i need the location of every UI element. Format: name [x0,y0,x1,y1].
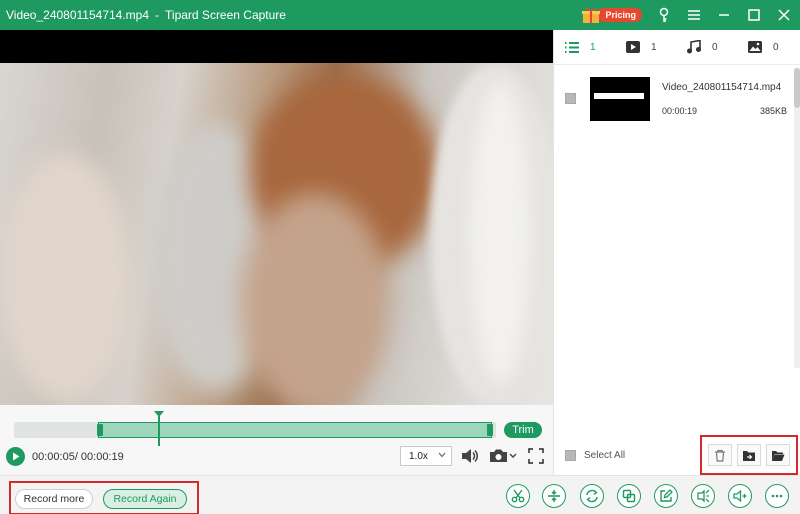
volume-boost-icon [733,489,747,503]
playhead[interactable] [154,411,164,446]
tab-video[interactable]: 1 [615,40,676,54]
more-icon [771,494,783,498]
video-preview[interactable] [0,30,553,405]
file-checkbox[interactable] [565,93,576,104]
trim-tool-button[interactable] [506,484,530,508]
media-tabs: 1 1 0 0 [554,30,800,65]
chevron-down-icon [438,452,446,458]
title-separator: - [155,8,160,22]
tab-all[interactable]: 1 [554,41,615,54]
merge-icon [622,489,636,503]
split-tool-button[interactable] [542,484,566,508]
maximize-icon[interactable] [746,7,762,23]
key-icon[interactable] [656,7,672,23]
file-size: 385KB [759,106,787,116]
open-folder-button[interactable] [766,444,791,466]
select-all-checkbox[interactable]: Select All [565,450,625,461]
video-frame [0,63,553,405]
list-item[interactable]: Video_240801154714.mp4 00:00:19 385KB [554,68,794,128]
media-library-panel: 1 1 0 0 Video_240801154714.mp4 00:00:19 … [553,30,800,475]
tab-video-count: 1 [651,41,657,53]
bottom-toolbar: Record more Record Again [0,475,800,514]
tab-all-count: 1 [590,41,596,53]
volume-icon[interactable] [460,447,480,465]
record-buttons-group: Record more Record Again [9,481,199,514]
compress-icon [697,489,710,503]
gift-icon [581,6,601,24]
speed-value: 1.0x [409,450,428,462]
trim-button[interactable]: Trim [504,422,542,438]
tab-audio-count: 0 [712,41,718,53]
select-all-box [565,450,576,461]
pricing-label: Pricing [597,8,642,22]
edit-icon [660,489,673,502]
split-icon [548,490,560,502]
folder-open-icon [772,450,785,461]
tab-image-count: 0 [773,41,779,53]
window-title: Video_240801154714.mp4- Tipard Screen Cap… [0,8,286,22]
camera-icon[interactable] [488,447,518,465]
speed-select[interactable]: 1.0x [400,446,452,466]
select-all-label: Select All [584,450,626,461]
export-to-folder-button[interactable] [736,444,761,466]
minimize-icon[interactable] [716,7,732,23]
record-more-button[interactable]: Record more [15,489,93,509]
convert-tool-button[interactable] [580,484,604,508]
fullscreen-icon[interactable] [526,447,546,465]
menu-icon[interactable] [686,7,702,23]
trim-end-handle[interactable] [487,424,493,436]
delete-button[interactable] [707,444,732,466]
title-bar: Video_240801154714.mp4- Tipard Screen Cap… [0,0,800,30]
file-name: Video_240801154714.mp4 [662,82,782,93]
volume-boost-tool-button[interactable] [728,484,752,508]
record-again-button[interactable]: Record Again [103,489,187,509]
music-icon [687,40,701,54]
list-icon [565,41,579,53]
more-tools-button[interactable] [765,484,789,508]
trash-icon [714,449,725,462]
app-name: Tipard Screen Capture [165,8,286,22]
compress-tool-button[interactable] [691,484,715,508]
window-filename: Video_240801154714.mp4 [6,8,150,22]
video-icon [626,41,640,53]
merge-tool-button[interactable] [617,484,641,508]
file-actions [700,435,798,475]
scissors-icon [511,489,525,503]
play-button[interactable] [6,447,25,466]
edit-tool-button[interactable] [654,484,678,508]
trim-start-handle[interactable] [97,424,103,436]
file-duration: 00:00:19 [662,106,698,116]
time-display: 00:00:05/ 00:00:19 [32,451,124,463]
tab-image[interactable]: 0 [737,40,798,54]
folder-export-icon [742,450,755,461]
pricing-button[interactable]: Pricing [581,6,642,24]
play-icon [12,452,19,461]
list-scrollbar[interactable] [794,68,800,368]
convert-icon [586,489,598,503]
close-icon[interactable] [776,7,792,23]
timeline-track[interactable] [14,422,496,438]
image-icon [748,41,762,53]
video-thumbnail [590,77,650,121]
tab-audio[interactable]: 0 [676,40,737,54]
